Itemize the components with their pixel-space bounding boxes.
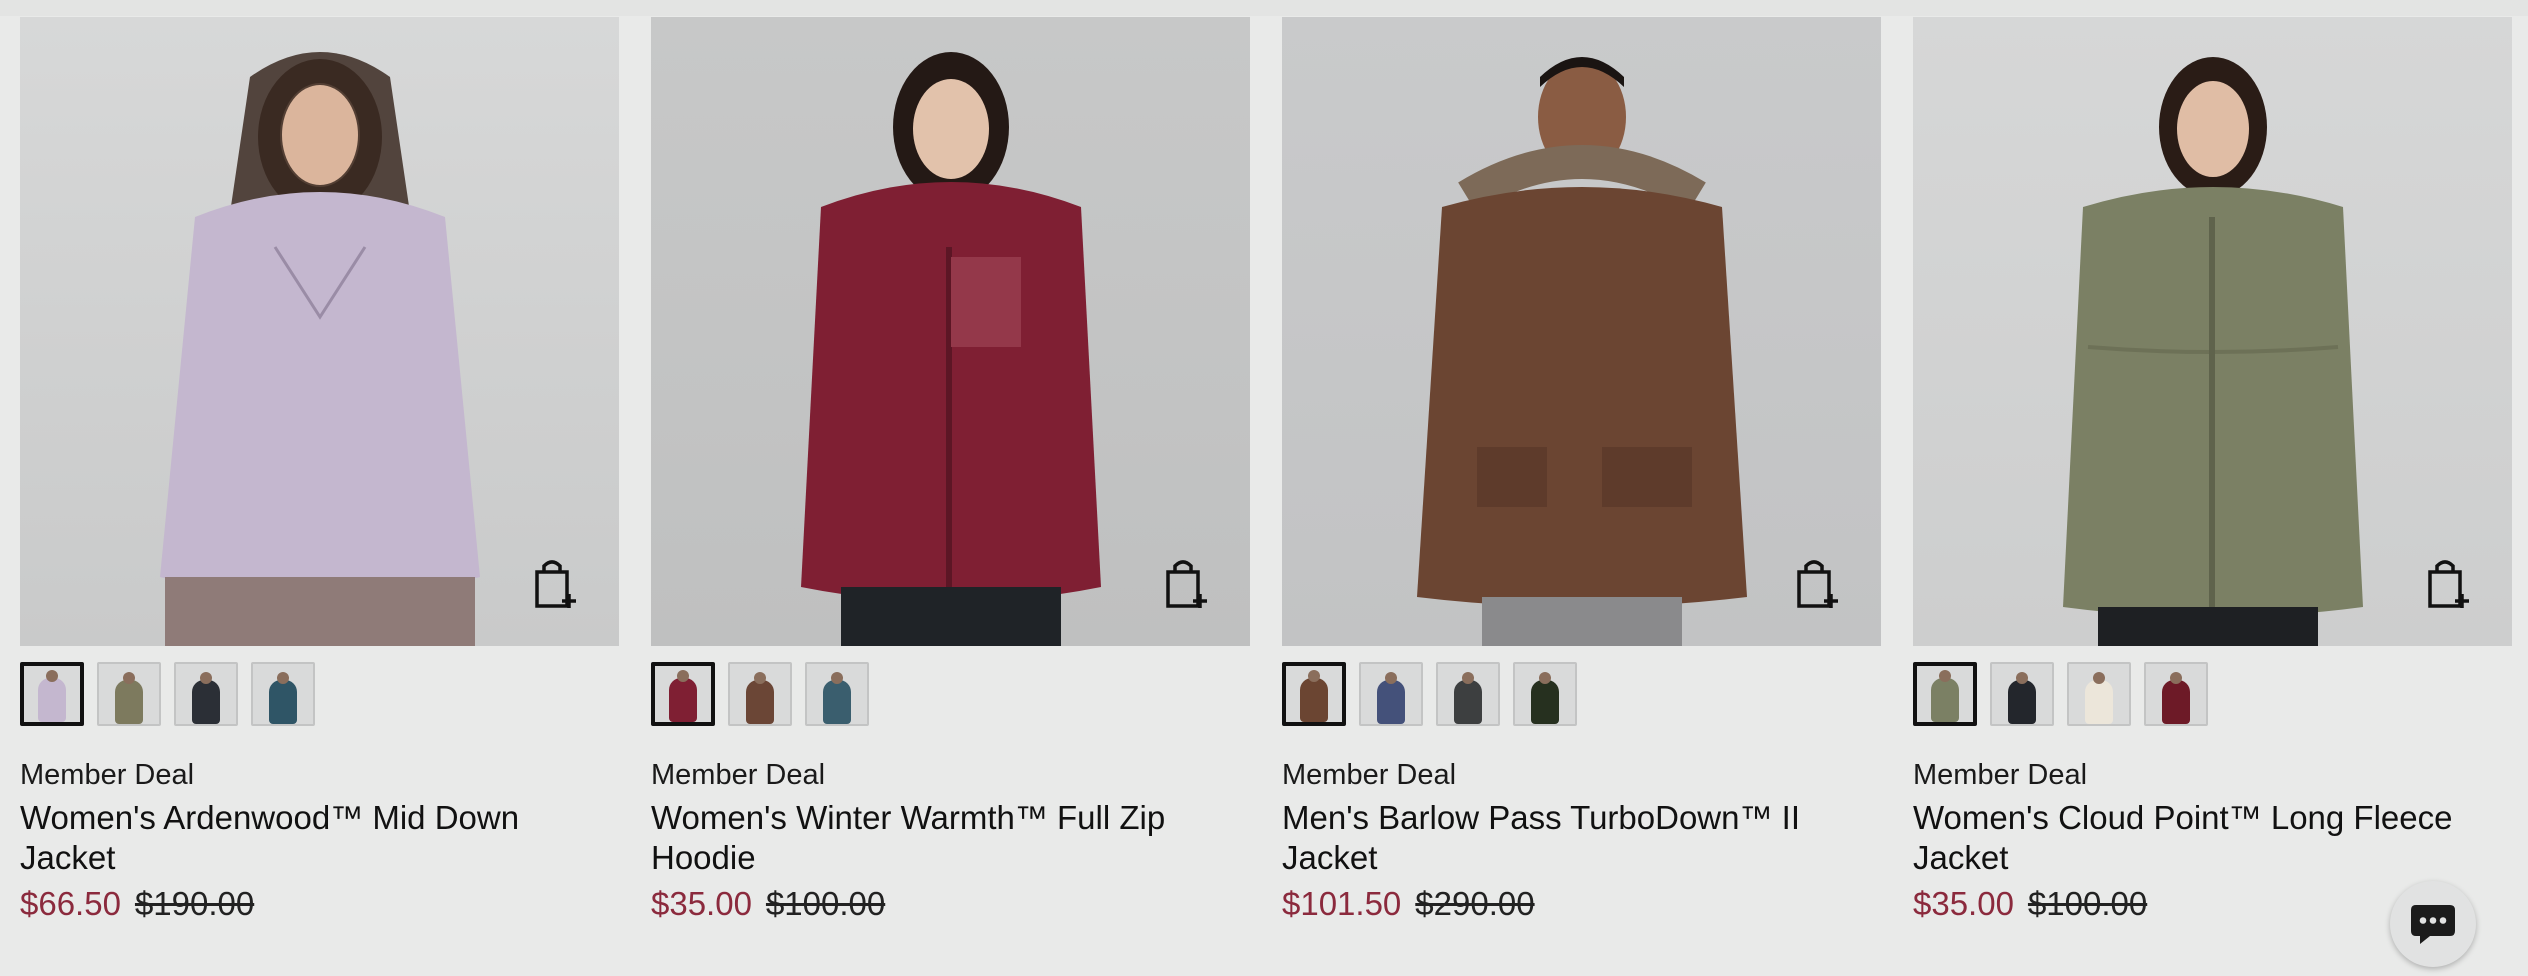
member-deal-label: Member Deal (1913, 759, 2088, 791)
product-title[interactable]: Women's Ardenwood™ Mid Down Jacket (20, 798, 580, 878)
sale-price: $101.50 (1282, 885, 1402, 922)
model-photo (801, 52, 1101, 646)
color-swatch[interactable] (728, 662, 792, 726)
color-swatch[interactable] (174, 662, 238, 726)
member-deal-label: Member Deal (651, 759, 826, 791)
sale-price: $66.50 (20, 885, 121, 922)
sale-price: $35.00 (651, 885, 752, 922)
add-to-bag-icon[interactable] (533, 556, 581, 610)
original-price: $100.00 (765, 885, 886, 922)
product-card[interactable]: Member Deal Women's Winter Warmth™ Full … (651, 17, 1250, 924)
price-row: $101.50 $290.00 (1282, 884, 1881, 924)
color-swatches (1282, 662, 1881, 726)
chat-button[interactable] (2390, 881, 2476, 967)
top-divider (0, 0, 2528, 16)
product-card[interactable]: Member Deal Women's Ardenwood™ Mid Down … (20, 17, 619, 924)
product-title[interactable]: Men's Barlow Pass TurboDown™ II Jacket (1282, 798, 1842, 878)
color-swatches (1913, 662, 2512, 726)
color-swatch[interactable] (2144, 662, 2208, 726)
color-swatches (20, 662, 619, 726)
product-card[interactable]: Member Deal Men's Barlow Pass TurboDown™… (1282, 17, 1881, 924)
color-swatches (651, 662, 1250, 726)
model-photo (2063, 57, 2363, 646)
member-deal-label: Member Deal (1282, 759, 1457, 791)
color-swatch[interactable] (251, 662, 315, 726)
color-swatch[interactable] (1913, 662, 1977, 726)
color-swatch[interactable] (1359, 662, 1423, 726)
color-swatch[interactable] (805, 662, 869, 726)
product-image[interactable] (20, 17, 619, 646)
model-photo (160, 52, 480, 646)
product-title[interactable]: Women's Winter Warmth™ Full Zip Hoodie (651, 798, 1211, 878)
color-swatch[interactable] (1282, 662, 1346, 726)
original-price: $100.00 (2027, 885, 2148, 922)
color-swatch[interactable] (97, 662, 161, 726)
price-row: $66.50 $190.00 (20, 884, 619, 924)
model-photo (1417, 57, 1747, 646)
product-grid: Member Deal Women's Ardenwood™ Mid Down … (20, 17, 2512, 924)
color-swatch[interactable] (2067, 662, 2131, 726)
sale-price: $35.00 (1913, 885, 2014, 922)
chat-bubble-icon (2411, 905, 2455, 944)
add-to-bag-icon[interactable] (2426, 556, 2474, 610)
product-image[interactable] (1913, 17, 2512, 646)
product-image[interactable] (651, 17, 1250, 646)
price-row: $35.00 $100.00 (651, 884, 1250, 924)
add-to-bag-icon[interactable] (1795, 556, 1843, 610)
original-price: $190.00 (134, 885, 255, 922)
color-swatch[interactable] (1513, 662, 1577, 726)
color-swatch[interactable] (1436, 662, 1500, 726)
product-title[interactable]: Women's Cloud Point™ Long Fleece Jacket (1913, 798, 2473, 878)
original-price: $290.00 (1415, 885, 1535, 922)
color-swatch[interactable] (20, 662, 84, 726)
color-swatch[interactable] (1990, 662, 2054, 726)
add-to-bag-icon[interactable] (1164, 556, 1212, 610)
product-card[interactable]: Member Deal Women's Cloud Point™ Long Fl… (1913, 17, 2512, 924)
member-deal-label: Member Deal (20, 759, 195, 791)
color-swatch[interactable] (651, 662, 715, 726)
product-image[interactable] (1282, 17, 1881, 646)
